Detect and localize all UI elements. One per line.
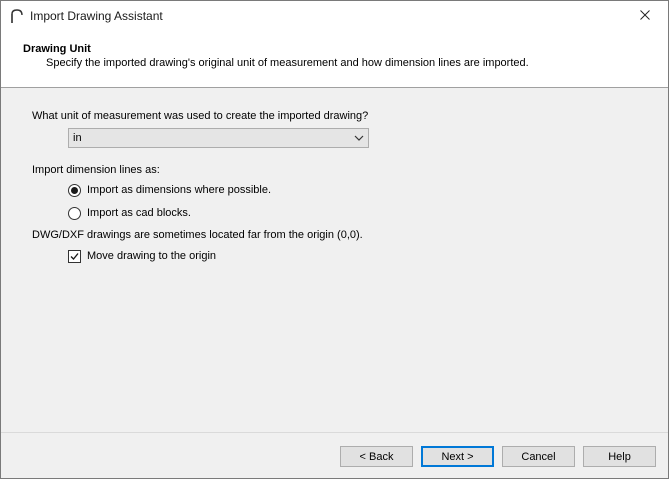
radio-button-checked[interactable] (68, 183, 81, 197)
button-bar: < Back Next > Cancel Help (1, 432, 668, 478)
dimension-lines-label: Import dimension lines as: (32, 164, 160, 176)
page-title: Drawing Unit (23, 43, 91, 55)
move-to-origin-checkbox[interactable] (68, 249, 81, 263)
help-button[interactable]: Help (583, 446, 656, 467)
app-icon (9, 8, 25, 24)
window-title: Import Drawing Assistant (30, 9, 163, 23)
move-to-origin-checkbox-row[interactable]: Move drawing to the origin (68, 248, 216, 264)
next-button[interactable]: Next > (421, 446, 494, 467)
content-area: What unit of measurement was used to cre… (1, 89, 668, 432)
radio-import-as-cad-blocks[interactable]: Import as cad blocks. (68, 205, 191, 221)
radio-label-dimensions: Import as dimensions where possible. (87, 184, 272, 196)
close-button[interactable] (622, 1, 668, 32)
unit-select-value: in (73, 132, 82, 144)
unit-question-label: What unit of measurement was used to cre… (32, 110, 369, 122)
import-drawing-assistant-dialog: Import Drawing Assistant Drawing Unit Sp… (0, 0, 669, 479)
radio-import-as-dimensions[interactable]: Import as dimensions where possible. (68, 182, 271, 198)
chevron-down-icon (354, 133, 364, 143)
unit-select[interactable]: in (68, 128, 369, 148)
back-button[interactable]: < Back (340, 446, 413, 467)
page-subtitle: Specify the imported drawing's original … (46, 57, 529, 69)
radio-button-unchecked[interactable] (68, 206, 81, 220)
title-bar[interactable]: Import Drawing Assistant (1, 1, 668, 32)
cancel-button[interactable]: Cancel (502, 446, 575, 467)
move-to-origin-label: Move drawing to the origin (87, 250, 217, 262)
page-header: Drawing Unit Specify the imported drawin… (1, 32, 668, 88)
checkmark-icon (70, 252, 79, 260)
origin-note-label: DWG/DXF drawings are sometimes located f… (32, 229, 363, 241)
radio-label-cad-blocks: Import as cad blocks. (87, 207, 191, 219)
close-icon (640, 10, 650, 23)
